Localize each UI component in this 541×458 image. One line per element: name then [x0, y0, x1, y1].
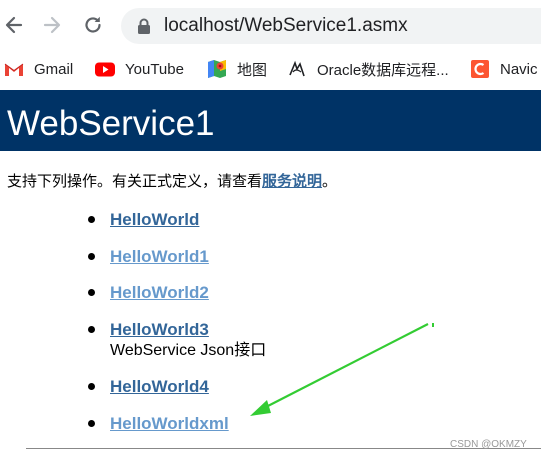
- annotation-arrow-icon: [250, 323, 434, 416]
- watermark: CSDN @OKMZY: [450, 439, 527, 450]
